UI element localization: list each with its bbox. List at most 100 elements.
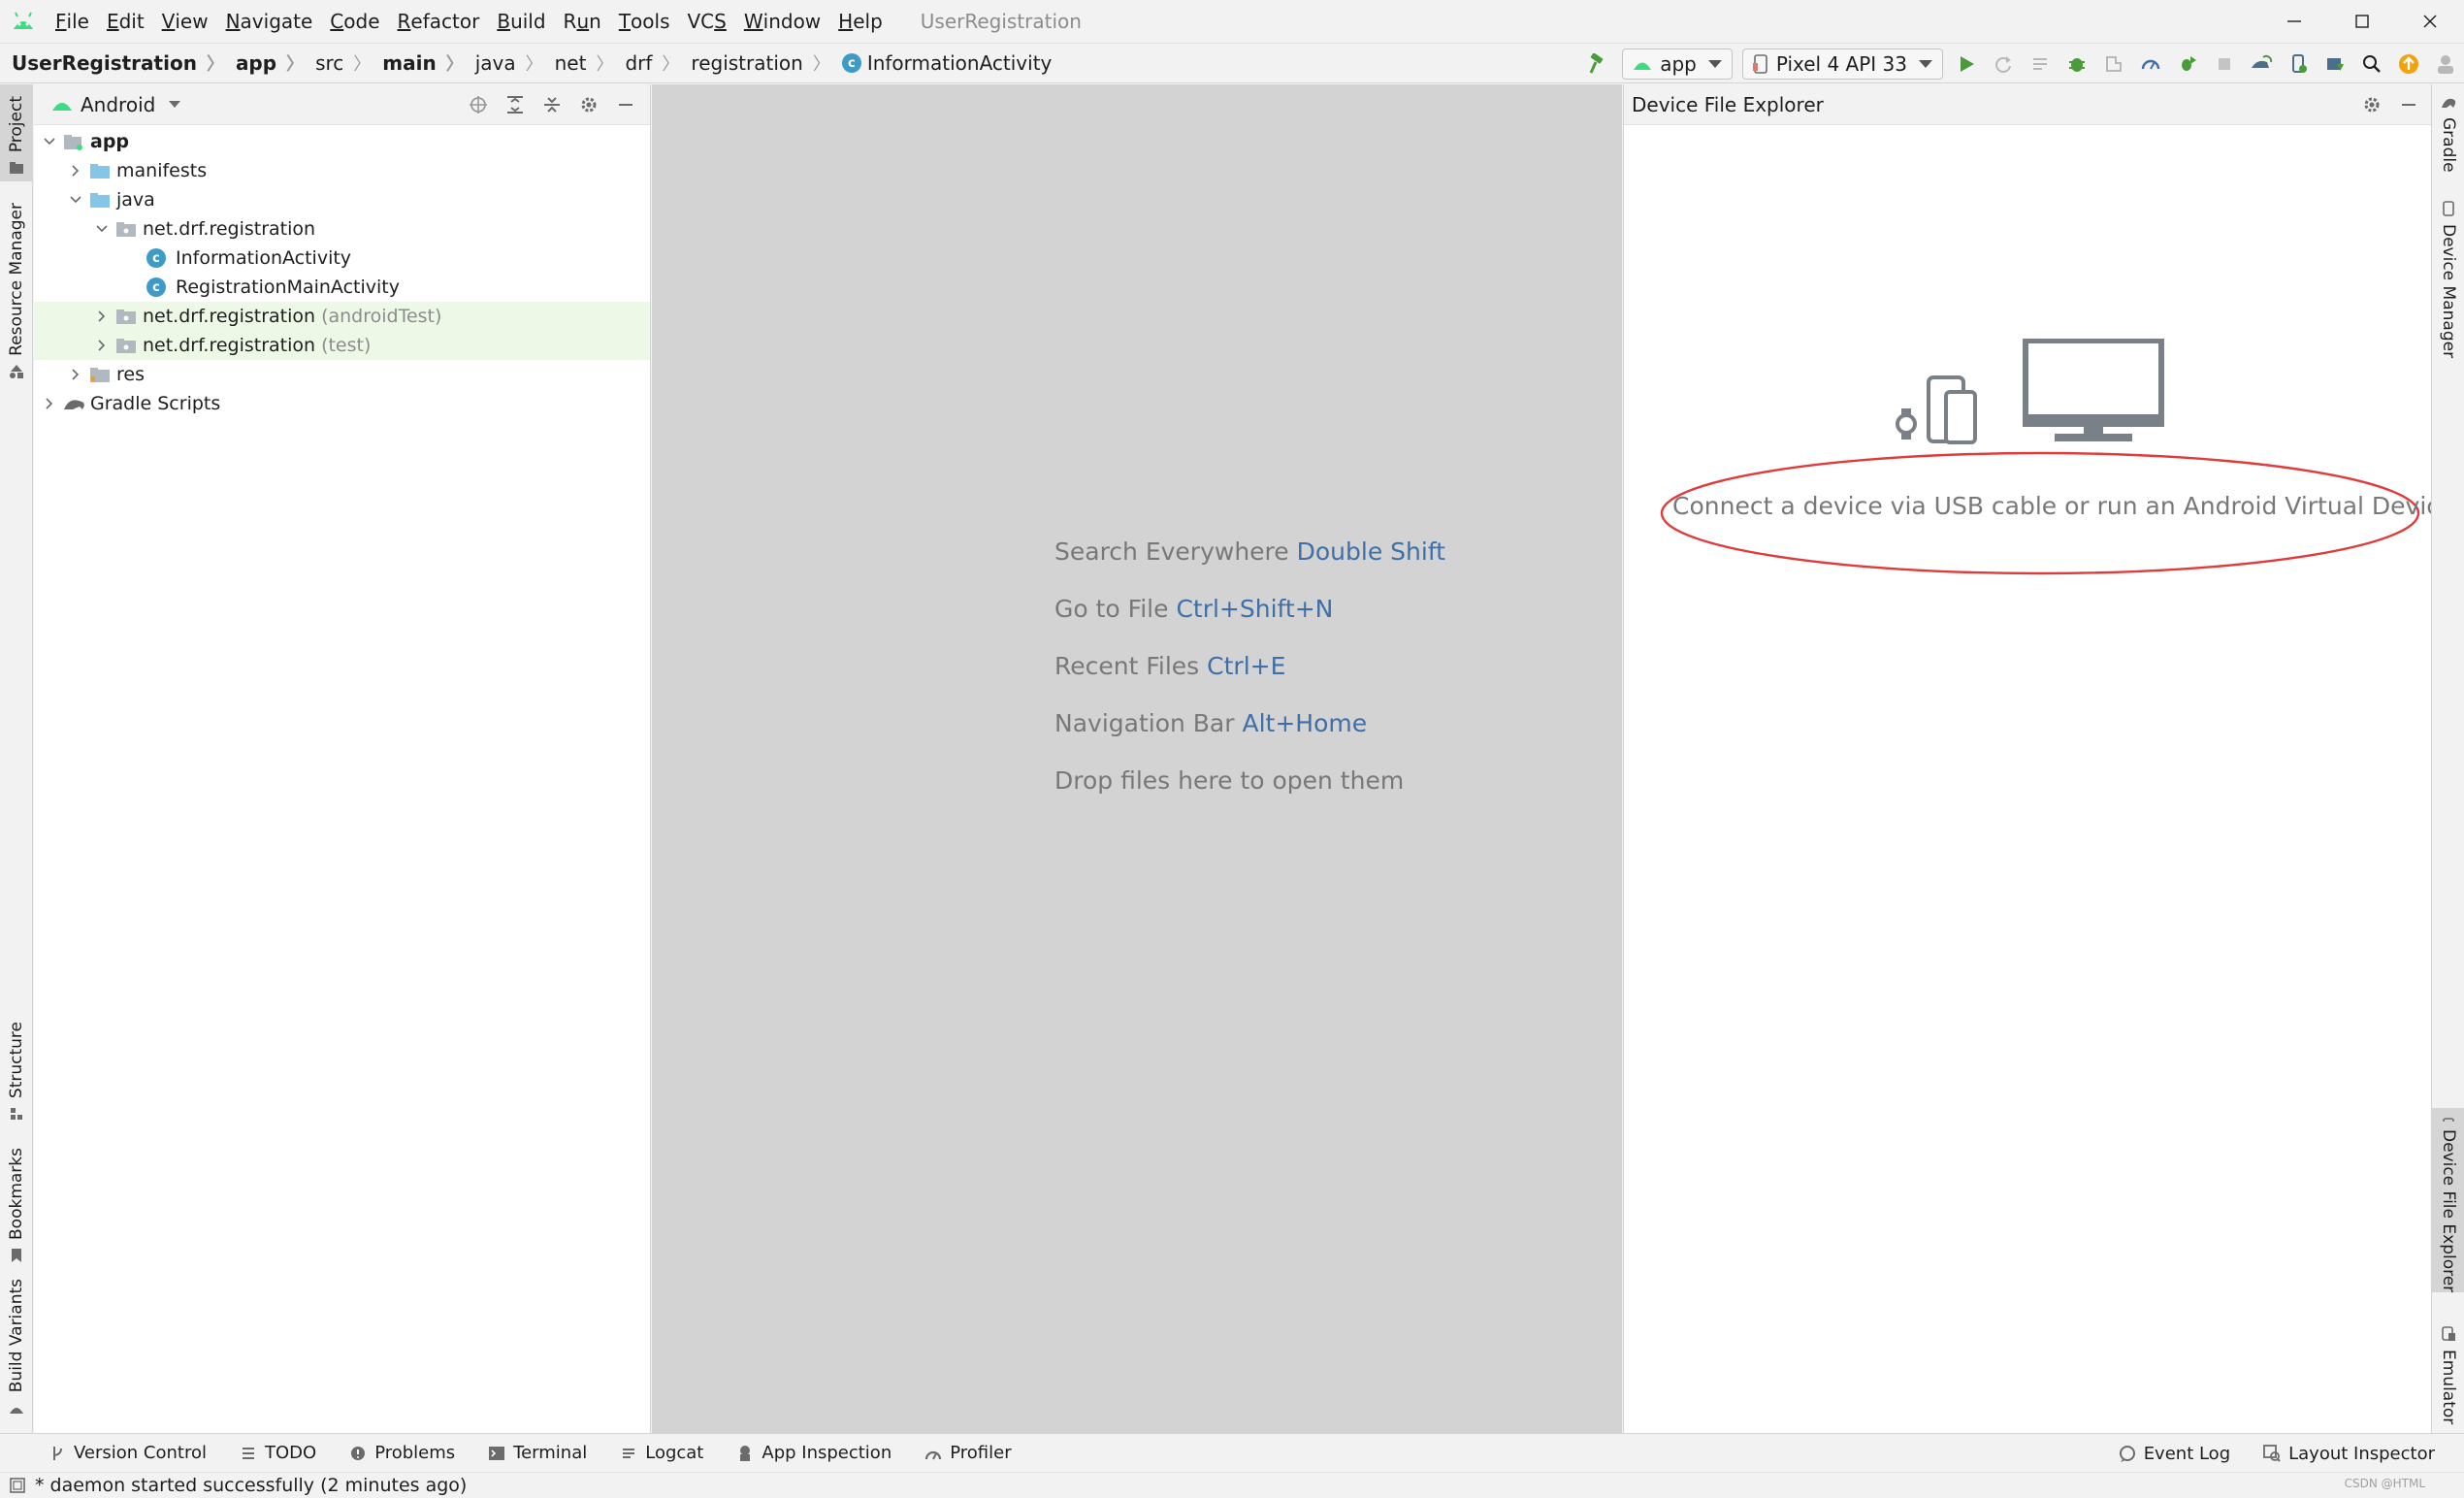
tab-profiler[interactable]: Profiler (924, 1443, 1012, 1463)
stop-icon (2219, 58, 2230, 70)
device-file-explorer-panel: Device File Explorer Connect a device vi… (1623, 84, 2454, 1433)
breadcrumb-main[interactable]: main 〉 (371, 50, 463, 76)
chevron-right-icon[interactable] (68, 367, 83, 382)
tab-device-manager[interactable]: Device Manager (2432, 201, 2464, 453)
editor-empty-state[interactable]: Search Everywhere Double Shift Go to Fil… (652, 84, 1622, 1433)
tab-problems[interactable]: Problems (349, 1443, 455, 1463)
menu-run[interactable]: Run (555, 0, 610, 43)
menu-help[interactable]: Help (829, 0, 892, 43)
tab-bookmarks[interactable]: Bookmarks (0, 1142, 33, 1268)
close-window-button[interactable] (2396, 0, 2464, 43)
menu-view[interactable]: View (153, 0, 217, 43)
menu-vcs[interactable]: VC S (679, 0, 735, 43)
tab-version-control[interactable]: Version Control (49, 1443, 207, 1463)
expand-all-button[interactable] (497, 84, 534, 125)
chevron-right-icon[interactable] (94, 309, 110, 324)
hide-panel-button[interactable] (607, 84, 644, 125)
tree-item-package-main[interactable]: net.drf.registration (34, 214, 650, 244)
breadcrumb-net[interactable]: net 〉 (543, 50, 614, 76)
tree-item-res[interactable]: res (34, 360, 650, 389)
run-with-coverage-button[interactable] (2095, 44, 2132, 84)
menu-code[interactable]: Code (321, 0, 388, 43)
chevron-right-icon[interactable] (94, 338, 110, 353)
tree-item-suffix: (test) (321, 335, 372, 356)
chevron-right-icon[interactable] (42, 396, 57, 411)
debug-button[interactable] (2059, 44, 2095, 84)
breadcrumb-app[interactable]: app 〉 (224, 50, 304, 76)
tree-item-java[interactable]: java (34, 185, 650, 214)
tab-project[interactable]: Project (0, 84, 33, 181)
chevron-down-icon[interactable] (42, 134, 57, 149)
tab-build-variants[interactable]: Build Variants (0, 1273, 33, 1428)
minimize-button[interactable] (2260, 0, 2328, 43)
menu-navigate[interactable]: Navigate (217, 0, 322, 43)
tab-resource-manager[interactable]: Resource Manager (0, 197, 33, 469)
folder-icon (10, 162, 23, 175)
device-select[interactable]: Pixel 4 API 33 (1741, 49, 1943, 80)
chevron-right-icon[interactable] (68, 163, 83, 179)
tab-logcat[interactable]: Logcat (620, 1443, 703, 1463)
resource-folder-icon (89, 365, 111, 384)
tab-terminal[interactable]: Terminal (488, 1443, 587, 1463)
tab-device-file-explorer[interactable]: Device File Explorer (2432, 1108, 2464, 1292)
menu-build[interactable]: Build (488, 0, 554, 43)
tree-item-registration-main-activity[interactable]: c RegistrationMainActivity (34, 273, 650, 302)
status-message[interactable]: * daemon started successfully (2 minutes… (35, 1475, 467, 1496)
tab-emulator[interactable]: Emulator (2432, 1326, 2464, 1433)
project-view-select[interactable]: Android (51, 93, 181, 116)
run-button[interactable] (1948, 44, 1985, 84)
menu-tools[interactable]: Tools (610, 0, 679, 43)
make-project-button[interactable] (1580, 44, 1617, 84)
breadcrumb-src[interactable]: src 〉 (304, 50, 371, 76)
menu-edit[interactable]: Edit (98, 0, 153, 43)
run-config-select[interactable]: app (1622, 49, 1733, 80)
tree-item-app[interactable]: app (34, 127, 650, 156)
sync-gradle-button[interactable] (2243, 44, 2280, 84)
dfe-settings-button[interactable] (2353, 84, 2390, 125)
tab-todo[interactable]: TODO (240, 1443, 316, 1463)
breadcrumb-project[interactable]: UserRegistration 〉 (0, 50, 224, 76)
attach-debugger-button[interactable] (2169, 44, 2206, 84)
tab-app-inspection[interactable]: App Inspection (736, 1443, 892, 1463)
chevron-down-icon[interactable] (68, 192, 83, 208)
stop-button[interactable] (2206, 44, 2243, 84)
class-icon: c (146, 248, 166, 268)
device-manager-button[interactable] (2280, 44, 2317, 84)
sdk-manager-button[interactable] (2317, 44, 2353, 84)
tab-layout-inspector[interactable]: Layout Inspector (2263, 1444, 2435, 1464)
tree-item-package-test[interactable]: net.drf.registration (test) (34, 331, 650, 360)
maximize-button[interactable] (2328, 0, 2396, 43)
tree-item-information-activity[interactable]: c InformationActivity (34, 244, 650, 273)
tab-event-log[interactable]: Event Log (2119, 1444, 2230, 1464)
window-title: UserRegistration (920, 10, 1082, 33)
breadcrumb-information-activity[interactable]: c InformationActivity (830, 51, 1052, 75)
user-account-button[interactable] (2427, 44, 2464, 84)
project-settings-button[interactable] (570, 84, 607, 125)
hint-search-everywhere: Search Everywhere Double Shift (1054, 537, 1445, 566)
menu-window[interactable]: Window (735, 0, 829, 43)
emulator-icon (2442, 1326, 2455, 1341)
tree-item-manifests[interactable]: manifests (34, 156, 650, 185)
tree-item-gradle-scripts[interactable]: Gradle Scripts (34, 389, 650, 418)
breadcrumb-drf[interactable]: drf 〉 (613, 50, 679, 76)
breadcrumb-java[interactable]: java 〉 (464, 50, 543, 76)
profile-button[interactable] (2132, 44, 2169, 84)
bottom-tool-bar: Version Control TODO Problems Terminal L… (0, 1433, 2464, 1472)
apply-code-changes-button[interactable] (2022, 44, 2059, 84)
updates-button[interactable] (2390, 44, 2427, 84)
search-icon (2363, 55, 2381, 73)
sdk-manager-icon (2327, 58, 2344, 71)
search-everywhere-button[interactable] (2353, 44, 2390, 84)
dfe-hide-button[interactable] (2390, 84, 2427, 125)
menu-file[interactable]: File (47, 0, 98, 43)
breadcrumb-registration[interactable]: registration 〉 (679, 50, 829, 76)
chevron-down-icon[interactable] (94, 221, 110, 237)
toggle-tool-windows-icon[interactable] (10, 1478, 25, 1493)
menu-refactor[interactable]: Refactor (389, 0, 489, 43)
collapse-all-button[interactable] (534, 84, 570, 125)
apply-changes-button[interactable] (1985, 44, 2022, 84)
tree-item-package-android-test[interactable]: net.drf.registration (androidTest) (34, 302, 650, 331)
select-opened-file-button[interactable] (460, 84, 497, 125)
gradle-icon (2442, 98, 2456, 108)
tab-gradle[interactable]: Gradle (2432, 94, 2464, 191)
